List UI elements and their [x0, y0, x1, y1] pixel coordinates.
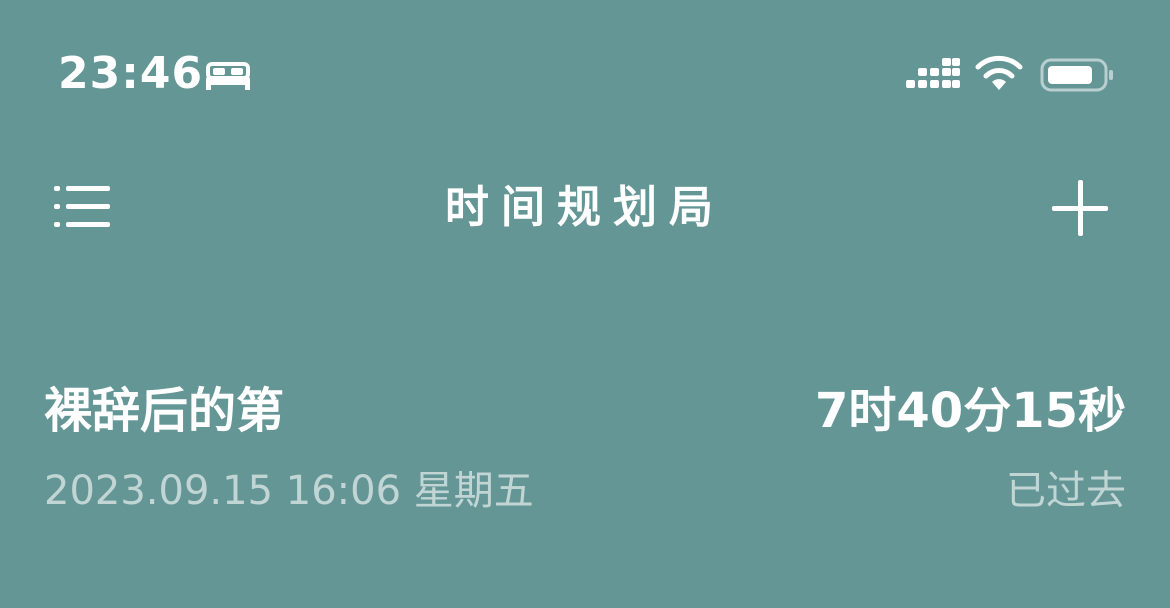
event-elapsed-time: 7时40分15秒: [815, 383, 1126, 439]
page-title: 时间规划局: [445, 182, 725, 233]
bed-icon: [206, 62, 250, 90]
event-title: 裸辞后的第: [44, 383, 285, 439]
status-time: 23:46: [58, 48, 204, 99]
status-bar: 23:46: [0, 0, 1170, 150]
event-date: 2023.09.15 16:06 星期五: [44, 468, 534, 514]
nav-bar: 时间规划局: [0, 160, 1170, 260]
event-list-item[interactable]: 裸辞后的第 7时40分15秒 2023.09.15 16:06 星期五 已过去: [0, 360, 1170, 530]
event-status: 已过去: [1006, 468, 1126, 514]
plus-icon[interactable]: [1048, 176, 1112, 240]
wifi-icon: [975, 55, 1023, 90]
battery-icon: [1040, 58, 1113, 92]
cellular-signal-icon: [906, 58, 960, 88]
